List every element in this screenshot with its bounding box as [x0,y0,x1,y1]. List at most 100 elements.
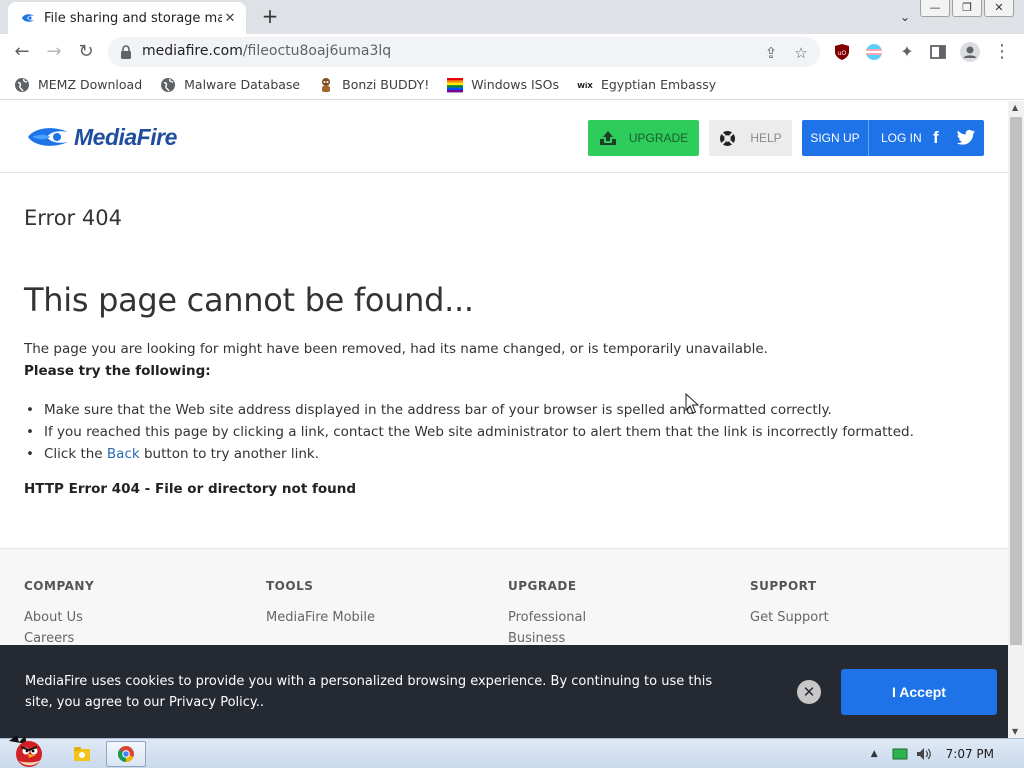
list-item: Click the Back button to try another lin… [24,443,914,465]
logo-wordmark: MediaFire [74,123,177,150]
back-arrow-icon[interactable]: ← [9,39,35,65]
error-code-heading: Error 404 [24,206,122,230]
back-prefix: Click the [44,446,107,462]
cookie-close-icon[interactable]: ✕ [797,680,821,704]
scroll-down-arrow-icon[interactable]: ▼ [1012,727,1018,736]
bookmark-label: MEMZ Download [38,77,143,92]
browser-toolbar: ← → ↻ mediafire.com/fileoctu8oaj6uma3lq … [0,34,1024,70]
os-taskbar: ▲ 7:07 PM [0,735,1024,768]
footer-link-mediafire-mobile[interactable]: MediaFire Mobile [266,607,375,628]
upgrade-icon [599,131,616,145]
footer-link-professional[interactable]: Professional [508,607,586,628]
error-title: This page cannot be found... [24,281,474,319]
footer-link-get-support[interactable]: Get Support [750,607,829,628]
chrome-icon [117,746,134,763]
start-button[interactable] [4,733,50,767]
bookmark-egyptian-embassy[interactable]: WiX Egyptian Embassy [577,77,716,93]
http-error-line: HTTP Error 404 - File or directory not f… [24,481,357,497]
close-window-button[interactable]: ✕ [984,0,1014,17]
help-label: HELP [750,131,782,145]
url-host: mediafire.com [142,43,243,59]
log-in-button[interactable]: LOG IN [869,131,922,145]
minimize-button[interactable]: — [920,0,950,17]
extensions-puzzle-icon[interactable]: ✦ [894,39,920,65]
footer-column-upgrade: UPGRADE Professional Business [508,579,586,649]
bookmark-star-icon[interactable]: ☆ [790,42,812,64]
system-tray: ▲ 7:07 PM [871,739,1024,768]
back-link[interactable]: Back [107,446,140,462]
trans-flag-extension-icon[interactable] [865,43,883,61]
bookmark-memz-download[interactable]: MEMZ Download [14,77,142,93]
footer-heading: UPGRADE [508,579,577,593]
scrollbar-thumb[interactable] [1010,117,1022,645]
upgrade-label: UPGRADE [628,131,689,145]
footer-heading: COMPANY [24,579,95,593]
bookmark-malware-database[interactable]: Malware Database [160,77,300,93]
angry-bird-start-icon [9,735,42,767]
list-item: Make sure that the Web site address disp… [24,399,914,421]
page-scrollbar[interactable]: ▲ ▼ [1008,101,1024,738]
taskbar-clock[interactable]: 7:07 PM [946,747,994,761]
sign-up-button[interactable]: SIGN UP [802,120,869,156]
browser-menu-icon[interactable]: ⋮ [989,39,1015,65]
tab-search-icon[interactable]: ⌄ [894,6,916,28]
reload-icon[interactable]: ↻ [73,39,99,65]
url-path: /fileoctu8oaj6uma3lq [242,43,392,59]
globe-icon [161,77,176,92]
footer-column-tools: TOOLS MediaFire Mobile [266,579,375,628]
try-following-heading: Please try the following: [24,363,211,379]
url-text[interactable]: mediafire.com/fileoctu8oaj6uma3lq [142,43,391,59]
share-icon[interactable]: ⇪ [760,42,782,64]
ublock-origin-icon[interactable]: uO [833,43,851,61]
bookmarks-bar: MEMZ Download Malware Database Bonzi BUD… [0,70,1024,100]
network-icon[interactable] [892,747,908,761]
wix-icon: WiX [577,82,593,90]
browser-tab[interactable]: File sharing and storage made simple ✕ [8,2,246,34]
lifebuoy-icon [720,130,736,146]
mouse-cursor-icon [685,393,699,414]
footer-heading: SUPPORT [750,579,817,593]
side-panel-icon[interactable] [929,43,947,61]
chrome-taskbar-button[interactable] [106,741,146,767]
globe-icon [15,77,29,92]
bonzi-icon [322,77,331,92]
twitter-icon[interactable] [956,129,976,147]
footer-heading: TOOLS [266,579,314,593]
restore-button[interactable]: ❐ [952,0,982,17]
svg-text:uO: uO [838,50,847,57]
tab-close-icon[interactable]: ✕ [222,11,238,26]
bookmark-windows-isos[interactable]: Windows ISOs [447,77,559,93]
upgrade-button[interactable]: UPGRADE [588,120,699,156]
rainbow-flag-icon [447,77,464,92]
cookie-text: MediaFire uses cookies to provide you wi… [25,674,713,710]
bookmark-label: Malware Database [184,77,301,92]
bookmark-label: Egyptian Embassy [600,77,717,92]
accept-cookies-button[interactable]: I Accept [841,669,997,715]
folder-icon [74,747,90,761]
footer-column-support: SUPPORT Get Support [750,579,829,628]
error-description: The page you are looking for might have … [24,341,768,357]
facebook-icon[interactable]: f [933,129,949,147]
window-controls: — ❐ ✕ [920,0,1014,17]
address-bar[interactable]: mediafire.com/fileoctu8oaj6uma3lq ⇪ ☆ [108,37,820,67]
page-viewport: MediaFire UPGRADE HELP SIGN UP LOG IN f [0,101,1008,738]
forward-arrow-icon[interactable]: → [41,39,67,65]
volume-speaker-icon[interactable] [916,747,932,761]
site-header: MediaFire UPGRADE HELP SIGN UP LOG IN f [0,101,1008,173]
scroll-up-arrow-icon[interactable]: ▲ [1012,103,1018,112]
bookmark-label: Bonzi BUDDY! [342,77,430,92]
mediafire-favicon-icon [22,14,34,22]
help-button[interactable]: HELP [709,120,792,156]
file-explorer-taskbar-button[interactable] [62,741,102,767]
bookmark-bonzi-buddy[interactable]: Bonzi BUDDY! [318,77,429,93]
back-suffix: button to try another link. [139,446,320,462]
mediafire-flame-icon [28,128,68,146]
footer-column-company: COMPANY About Us Careers [24,579,94,649]
profile-avatar-icon[interactable] [960,42,980,62]
footer-link-about-us[interactable]: About Us [24,607,94,628]
lock-icon [121,45,131,59]
show-hidden-icons-chevron-icon[interactable]: ▲ [871,749,878,759]
mediafire-logo[interactable]: MediaFire [26,123,177,151]
new-tab-button[interactable]: + [258,5,282,29]
suggestions-list: Make sure that the Web site address disp… [24,399,914,465]
